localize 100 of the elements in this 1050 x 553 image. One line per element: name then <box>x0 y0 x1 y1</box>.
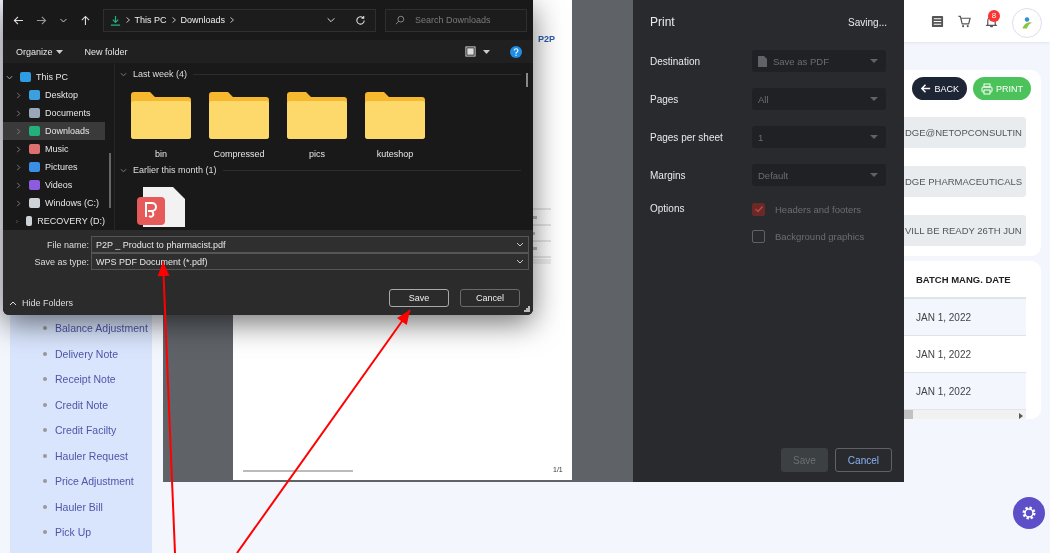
chevron-up-icon <box>9 300 17 306</box>
settings-icon <box>1021 505 1037 521</box>
pdf-file-icon[interactable] <box>137 187 185 227</box>
settings-button[interactable] <box>1013 497 1045 529</box>
sidebar-link[interactable]: Receipt Note <box>55 373 116 386</box>
new-folder-button[interactable]: New folder <box>76 46 136 57</box>
folder-tree-item[interactable]: Downloads <box>3 122 105 140</box>
print-title: Print <box>650 15 675 29</box>
group-header[interactable]: Earlier this month (1) <box>133 165 217 175</box>
save-button[interactable]: Save <box>389 289 449 307</box>
table-cell: JAN 1, 2022 <box>916 385 972 397</box>
group-header[interactable]: Last week (4) <box>133 69 188 79</box>
folder-tree-item[interactable]: RECOVERY (D:) <box>3 212 105 230</box>
checkbox[interactable] <box>752 229 765 243</box>
chevron-down-icon <box>516 242 524 247</box>
folder-tree-item[interactable]: Pictures <box>3 158 105 176</box>
back-button[interactable]: BACK <box>912 77 967 100</box>
resize-grip-icon[interactable] <box>524 306 530 312</box>
sidebar-link[interactable]: Balance Adjustment <box>55 322 148 335</box>
cart-icon[interactable] <box>958 15 971 28</box>
scrollbar-thumb[interactable] <box>904 410 913 419</box>
file-name[interactable]: bin <box>155 149 167 159</box>
checkbox[interactable] <box>752 202 765 216</box>
bullet-icon <box>43 453 47 458</box>
chevron-down-icon <box>516 259 524 264</box>
cancel-button[interactable]: Cancel <box>834 448 892 472</box>
bullet-icon <box>43 326 47 331</box>
file-name[interactable]: pics <box>309 149 325 159</box>
sidebar-link[interactable]: Credit Note <box>55 398 109 411</box>
chevron-down-icon[interactable] <box>120 166 127 174</box>
file-icon <box>758 55 767 67</box>
breadcrumb[interactable]: This PC <box>134 15 167 25</box>
download-icon <box>109 14 121 26</box>
chevron-right-icon <box>171 17 176 23</box>
sidebar-link[interactable]: Price Adjustment <box>55 475 134 488</box>
scroll-right-arrow-icon[interactable] <box>1019 413 1023 419</box>
sidebar-link[interactable]: Credit Facilty <box>55 424 117 437</box>
folder-icon[interactable] <box>209 91 269 139</box>
setting-label: Destination <box>650 55 702 67</box>
organize-menu[interactable]: Organize <box>8 46 71 57</box>
text-field[interactable]: DGE@NETOPCONSULTIN <box>904 117 1026 148</box>
setting-label: Options <box>650 202 686 216</box>
folder-tree-item[interactable]: Desktop <box>3 86 105 104</box>
caret-icon <box>870 96 878 102</box>
folder-icon[interactable] <box>365 91 425 139</box>
refresh-icon[interactable] <box>355 14 366 26</box>
setting-label: Pages per sheet <box>650 131 724 143</box>
folder-icon[interactable] <box>287 91 347 139</box>
text-field[interactable]: DGE PHARMACEUTICALS <box>904 166 1026 197</box>
folder-tree-item[interactable]: Documents <box>3 104 105 122</box>
page-logo: P2P <box>538 34 555 44</box>
table-cell: JAN 1, 2022 <box>916 311 972 323</box>
notification-badge: 8 <box>988 10 1000 22</box>
text-field[interactable]: VILL BE READY 26TH JUN <box>904 215 1026 246</box>
chevron-down-icon[interactable] <box>6 73 13 81</box>
up-arrow-icon[interactable] <box>79 14 91 26</box>
caret-icon[interactable] <box>483 49 490 54</box>
caret-icon <box>55 49 63 54</box>
check-icon <box>753 204 764 214</box>
bullet-icon <box>43 402 47 407</box>
chevron-down-icon[interactable] <box>326 15 336 25</box>
folder-tree-item[interactable]: Windows (C:) <box>3 194 105 212</box>
sidebar-link[interactable]: Hauler Request <box>55 449 128 462</box>
sidebar-link[interactable]: Pick Up <box>55 526 92 539</box>
sidebar-link[interactable]: Hauler Bill <box>55 500 103 513</box>
folder-tree-item[interactable]: Videos <box>3 176 105 194</box>
hide-folders-button[interactable]: Hide Folders <box>9 298 74 308</box>
file-type-dropdown[interactable]: WPS PDF Document (*.pdf) <box>91 253 529 270</box>
horizontal-scrollbar[interactable] <box>904 410 1026 419</box>
caret-icon <box>870 172 878 178</box>
search-icon <box>395 14 405 25</box>
setting-label: Margins <box>650 169 687 181</box>
field-label: Save as type: <box>33 256 90 267</box>
view-icon[interactable] <box>465 46 476 57</box>
list-icon[interactable] <box>931 15 944 28</box>
address-bar[interactable]: This PC Downloads <box>102 8 376 32</box>
file-name[interactable]: Compressed <box>213 149 265 159</box>
back-arrow-icon[interactable] <box>13 14 24 26</box>
chevron-right-icon[interactable] <box>230 17 235 23</box>
folder-tree-item[interactable]: Music <box>3 140 105 158</box>
file-name-field[interactable]: P2P _ Product to pharmacist.pdf <box>91 236 529 253</box>
chevron-down-icon[interactable] <box>120 70 127 78</box>
search-field[interactable]: Search Downloads <box>385 8 527 32</box>
column-header: BATCH MANG. DATE <box>916 273 1011 285</box>
folder-tree-item[interactable]: This PC <box>3 68 105 86</box>
scrollbar[interactable] <box>526 73 528 87</box>
scrollbar[interactable] <box>109 153 111 208</box>
forward-arrow-icon[interactable] <box>35 14 47 26</box>
help-icon[interactable] <box>510 45 522 58</box>
arrow-left-icon <box>920 83 932 94</box>
bullet-icon <box>43 530 47 535</box>
cancel-button[interactable]: Cancel <box>460 289 520 307</box>
caret-icon <box>870 134 878 140</box>
folder-icon[interactable] <box>131 91 191 139</box>
field-label: File name: <box>45 239 90 250</box>
bullet-icon <box>43 377 47 382</box>
table-cell: JAN 1, 2022 <box>916 348 972 360</box>
file-name[interactable]: kuteshop <box>376 149 414 159</box>
breadcrumb[interactable]: Downloads <box>180 15 226 25</box>
sidebar-link[interactable]: Delivery Note <box>55 347 119 360</box>
